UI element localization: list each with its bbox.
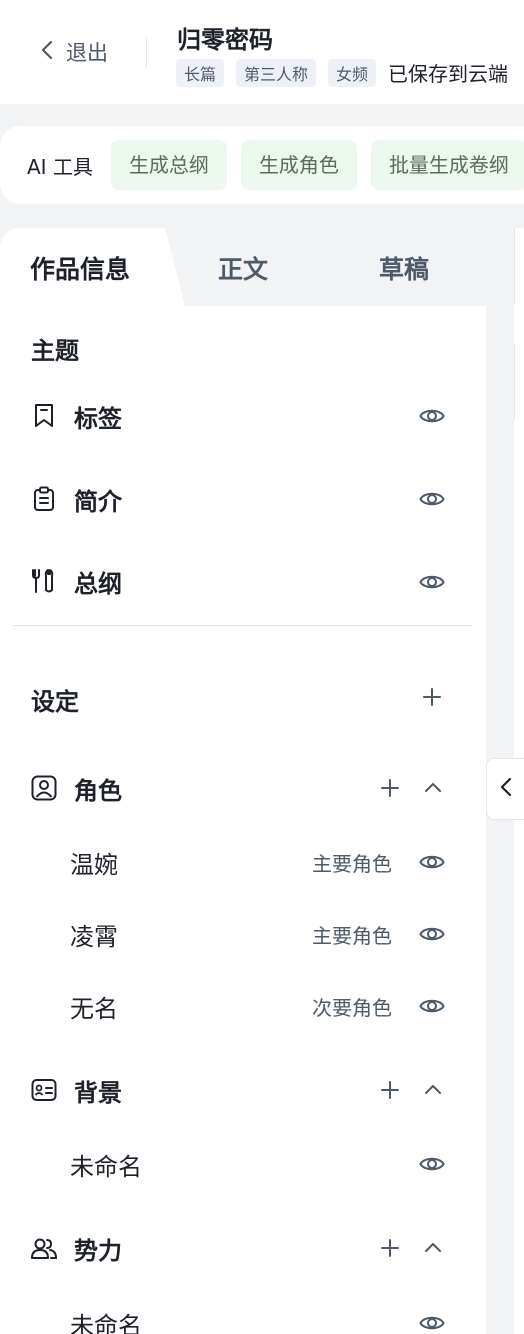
chevron-up-icon[interactable]: [421, 1236, 445, 1260]
exit-button[interactable]: 退出: [38, 30, 108, 74]
generate-outline-button[interactable]: 生成总纲: [110, 140, 227, 190]
theme-item-label: 简介: [74, 487, 122, 516]
bookmark-icon: [30, 402, 58, 430]
group-label: 背景: [74, 1078, 122, 1107]
character-item[interactable]: 温婉: [70, 845, 118, 880]
eye-icon[interactable]: [419, 1310, 445, 1334]
theme-item-label: 标签: [74, 404, 122, 433]
users-icon: [30, 1234, 58, 1262]
batch-generate-volume-button[interactable]: 批量生成卷纲: [370, 140, 524, 190]
tab-drafts[interactable]: 草稿: [379, 250, 429, 286]
eye-icon[interactable]: [419, 569, 445, 595]
save-status: 已保存到云端: [388, 62, 509, 86]
tag-channel: 女频: [328, 58, 377, 87]
tag-length: 长篇: [176, 58, 225, 87]
character-item[interactable]: 凌霄: [70, 917, 118, 952]
work-info-panel: 作品信息 正文 草稿 主题 标签 简介 总纲 设定 角色 温婉 主要角色 凌霄 …: [0, 228, 486, 1334]
chevron-up-icon[interactable]: [421, 776, 445, 800]
add-character-button[interactable]: [378, 776, 402, 800]
top-header: 退出 归零密码 长篇 第三人称 女频 已保存到云端: [0, 0, 524, 104]
generate-character-button[interactable]: 生成角色: [240, 140, 357, 190]
tab-work-info[interactable]: 作品信息: [30, 250, 130, 286]
eye-icon[interactable]: [419, 486, 445, 512]
collapse-panel-button[interactable]: [486, 758, 524, 820]
add-background-button[interactable]: [378, 1078, 402, 1102]
eye-icon[interactable]: [419, 403, 445, 429]
section-divider: [12, 625, 472, 626]
id-card-icon: [30, 1076, 58, 1104]
theme-item-outline[interactable]: 总纲: [30, 561, 450, 601]
chevron-left-icon: [38, 39, 58, 65]
faction-item[interactable]: 未命名: [70, 1306, 142, 1334]
clipboard-icon: [30, 485, 58, 513]
character-item[interactable]: 无名: [70, 989, 118, 1024]
theme-section-title: 主题: [31, 337, 79, 365]
editor-panel-card: [514, 344, 524, 420]
character-role: 次要角色: [312, 996, 392, 1020]
add-setting-button[interactable]: [420, 685, 444, 709]
ai-tools-label: AI 工具: [27, 154, 93, 179]
settings-section-title: 设定: [31, 688, 79, 716]
eye-icon[interactable]: [419, 993, 445, 1019]
header-divider: [146, 38, 147, 68]
tab-main-text[interactable]: 正文: [218, 250, 268, 286]
theme-item-tags[interactable]: 标签: [30, 396, 450, 436]
group-label: 角色: [74, 776, 122, 805]
ai-toolbar: AI 工具 生成总纲 生成角色 批量生成卷纲: [0, 126, 524, 204]
eye-icon[interactable]: [419, 921, 445, 947]
chevron-up-icon[interactable]: [421, 1078, 445, 1102]
eye-icon[interactable]: [419, 849, 445, 875]
theme-item-label: 总纲: [74, 569, 122, 598]
tools-icon: [30, 567, 58, 595]
tag-perspective: 第三人称: [236, 58, 317, 87]
chevron-left-icon: [499, 776, 513, 802]
background-item[interactable]: 未命名: [70, 1147, 142, 1182]
character-role: 主要角色: [312, 852, 392, 876]
theme-item-synopsis[interactable]: 简介: [30, 479, 450, 519]
tag-row: 长篇 第三人称 女频 已保存到云端: [176, 58, 508, 87]
eye-icon[interactable]: [419, 1151, 445, 1177]
character-role: 主要角色: [312, 924, 392, 948]
add-faction-button[interactable]: [378, 1236, 402, 1260]
user-icon: [30, 774, 58, 802]
document-title: 归零密码: [177, 26, 273, 54]
exit-label: 退出: [66, 41, 108, 65]
editor-panel-card: [514, 228, 524, 304]
group-label: 势力: [74, 1236, 122, 1265]
panel-tabs: 作品信息 正文 草稿: [0, 228, 486, 306]
